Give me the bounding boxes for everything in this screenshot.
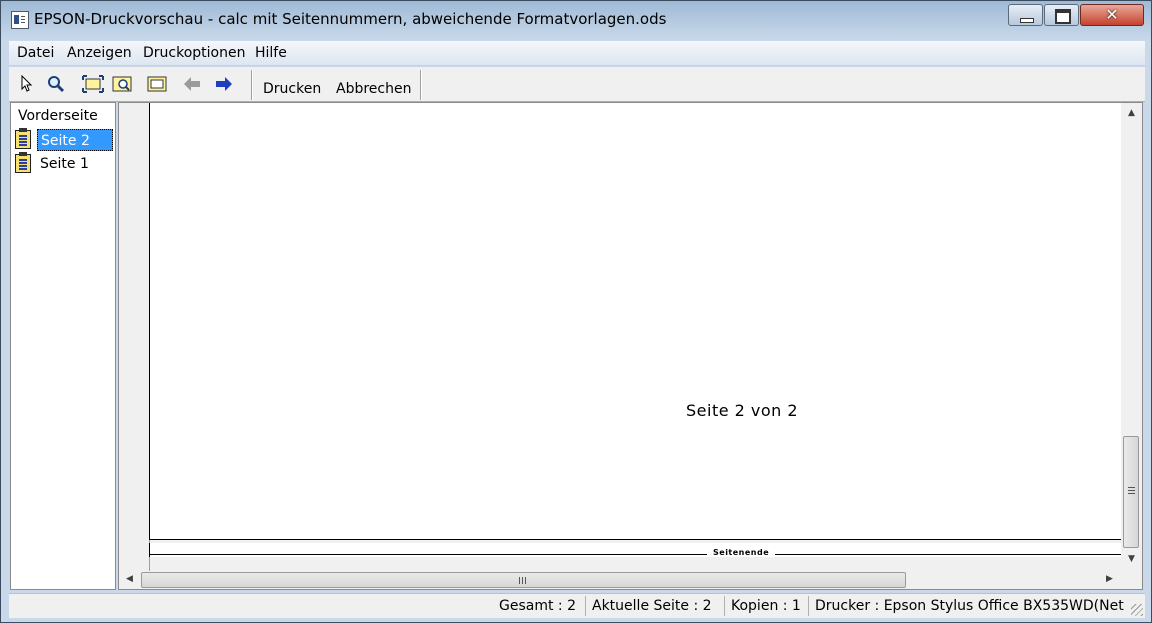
arrow-right-icon[interactable] — [214, 74, 234, 94]
page-number-text: Seite 2 von 2 — [686, 401, 799, 420]
tree-item-label[interactable]: Seite 2 — [37, 129, 113, 151]
maximize-button[interactable] — [1044, 4, 1079, 26]
status-total: Gesamt : 2 — [499, 598, 576, 614]
page-tree-panel: Vorderseite Seite 2 Seite 1 — [10, 102, 116, 590]
resize-grip-icon[interactable] — [1131, 604, 1143, 616]
scroll-up-icon[interactable]: ▲ — [1123, 105, 1140, 122]
status-bar: Gesamt : 2 Aktuelle Seite : 2 Kopien : 1… — [9, 593, 1145, 618]
grip-icon — [1128, 487, 1135, 488]
toolbar-separator — [251, 70, 253, 100]
close-button[interactable]: ✕ — [1080, 4, 1144, 26]
page-end-marker: Seitenende — [149, 543, 1122, 557]
page-icon — [15, 152, 31, 173]
preview-pane: Seite 2 von 2 Seitenende ▲ ▼ ◀ ▶ — [118, 102, 1143, 590]
magnifier-icon[interactable] — [46, 74, 66, 94]
preview-left-margin — [119, 103, 150, 571]
tree-root-label[interactable]: Vorderseite — [18, 108, 98, 124]
app-icon[interactable] — [11, 11, 29, 29]
vertical-scroll-thumb[interactable] — [1123, 436, 1139, 548]
status-current-page: Aktuelle Seite : 2 — [585, 596, 724, 616]
grip-icon — [519, 577, 520, 584]
menu-hilfe[interactable]: Hilfe — [255, 45, 287, 61]
scroll-left-icon[interactable]: ◀ — [121, 571, 138, 588]
pointer-icon[interactable] — [17, 74, 37, 94]
preview-page: Seite 2 von 2 — [149, 103, 1122, 540]
zoom-page-icon[interactable] — [112, 74, 132, 94]
page-end-line — [150, 554, 1122, 555]
page-icon — [15, 128, 31, 149]
toolbar-separator — [420, 70, 422, 100]
print-preview-window: EPSON-Druckvorschau - calc mit Seitennum… — [0, 0, 1152, 623]
title-bar[interactable]: EPSON-Druckvorschau - calc mit Seitennum… — [1, 1, 1151, 37]
print-button[interactable]: Drucken — [263, 81, 321, 97]
status-copies: Kopien : 1 — [724, 596, 808, 616]
horizontal-scroll-thumb[interactable] — [141, 572, 906, 588]
scroll-down-icon[interactable]: ▼ — [1123, 551, 1140, 568]
menu-druckoptionen[interactable]: Druckoptionen — [143, 45, 245, 61]
toolbar: Drucken Abbrechen — [9, 67, 1145, 102]
page-end-label: Seitenende — [707, 548, 776, 557]
tree-item-label[interactable]: Seite 1 — [37, 153, 92, 175]
close-icon: ✕ — [1105, 5, 1119, 24]
window-title: EPSON-Druckvorschau - calc mit Seitennum… — [34, 10, 667, 28]
menu-anzeigen[interactable]: Anzeigen — [67, 45, 132, 61]
cancel-button[interactable]: Abbrechen — [336, 81, 411, 97]
tree-item-seite-1[interactable]: Seite 1 — [13, 152, 113, 175]
arrow-left-icon[interactable] — [182, 74, 202, 94]
horizontal-scrollbar[interactable]: ◀ ▶ — [119, 571, 1121, 589]
fit-width-icon[interactable] — [82, 74, 104, 94]
menu-datei[interactable]: Datei — [17, 45, 54, 61]
scroll-right-icon[interactable]: ▶ — [1101, 571, 1118, 588]
minimize-button[interactable] — [1008, 4, 1043, 26]
status-printer: Drucker : Epson Stylus Office BX535WD(Ne… — [808, 596, 1124, 616]
menu-bar: Datei Anzeigen Druckoptionen Hilfe — [9, 41, 1145, 66]
vertical-scrollbar[interactable]: ▲ ▼ — [1121, 103, 1142, 571]
tree-item-seite-2[interactable]: Seite 2 — [13, 128, 113, 151]
page-frame-icon[interactable] — [147, 74, 167, 94]
